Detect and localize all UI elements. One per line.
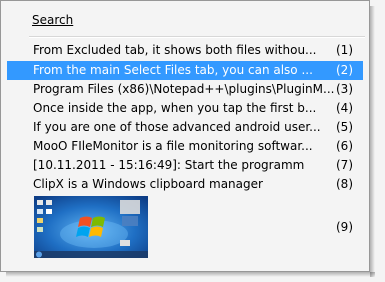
clip-item-3[interactable]: Program Files (x86)\Notepad++\plugins\Pl… [7, 80, 363, 99]
clip-item-number: (9) [336, 220, 353, 234]
clip-item-text: MooO FIleMonitor is a file monitoring so… [33, 139, 313, 153]
clip-item-number: (6) [336, 139, 353, 153]
clip-item-text: If you are one of those advanced android… [33, 120, 321, 134]
desktop-screenshot-thumbnail[interactable] [34, 196, 148, 258]
clip-item-text: [10.11.2011 - 15:16:49]: Start the progr… [33, 158, 305, 172]
clip-item-number: (3) [336, 82, 353, 96]
clip-item-5[interactable]: If you are one of those advanced android… [7, 118, 363, 137]
menu-separator [29, 36, 365, 38]
clip-item-number: (8) [336, 177, 353, 191]
menu-shadow-right [370, 6, 375, 277]
clip-item-2[interactable]: From the main Select Files tab, you can … [7, 61, 363, 80]
clip-item-1[interactable]: From Excluded tab, it shows both files w… [7, 41, 363, 60]
windows-desktop-image [34, 196, 148, 258]
clipboard-history-menu: Search From Excluded tab, it shows both … [0, 0, 370, 272]
clip-item-number: (1) [336, 43, 353, 57]
clip-item-7[interactable]: [10.11.2011 - 15:16:49]: Start the progr… [7, 156, 363, 175]
clip-item-number: (4) [336, 101, 353, 115]
search-menu-item[interactable]: Search [32, 13, 73, 27]
clip-item-8[interactable]: ClipX is a Windows clipboard manager (8) [7, 175, 363, 194]
clip-item-text: Once inside the app, when you tap the fi… [33, 101, 317, 115]
clip-item-text: ClipX is a Windows clipboard manager [33, 177, 263, 191]
clip-item-6[interactable]: MooO FIleMonitor is a file monitoring so… [7, 137, 363, 156]
clip-item-4[interactable]: Once inside the app, when you tap the fi… [7, 99, 363, 118]
search-label: Search [32, 13, 74, 27]
clip-item-number: (7) [336, 158, 353, 172]
clip-item-text: From Excluded tab, it shows both files w… [33, 43, 317, 57]
clip-item-number: (5) [336, 120, 353, 134]
menu-shadow-bottom [6, 272, 375, 277]
clip-item-text: Program Files (x86)\Notepad++\plugins\Pl… [33, 82, 335, 96]
clip-item-text: From the main Select Files tab, you can … [33, 63, 313, 77]
clip-item-number: (2) [336, 63, 353, 77]
